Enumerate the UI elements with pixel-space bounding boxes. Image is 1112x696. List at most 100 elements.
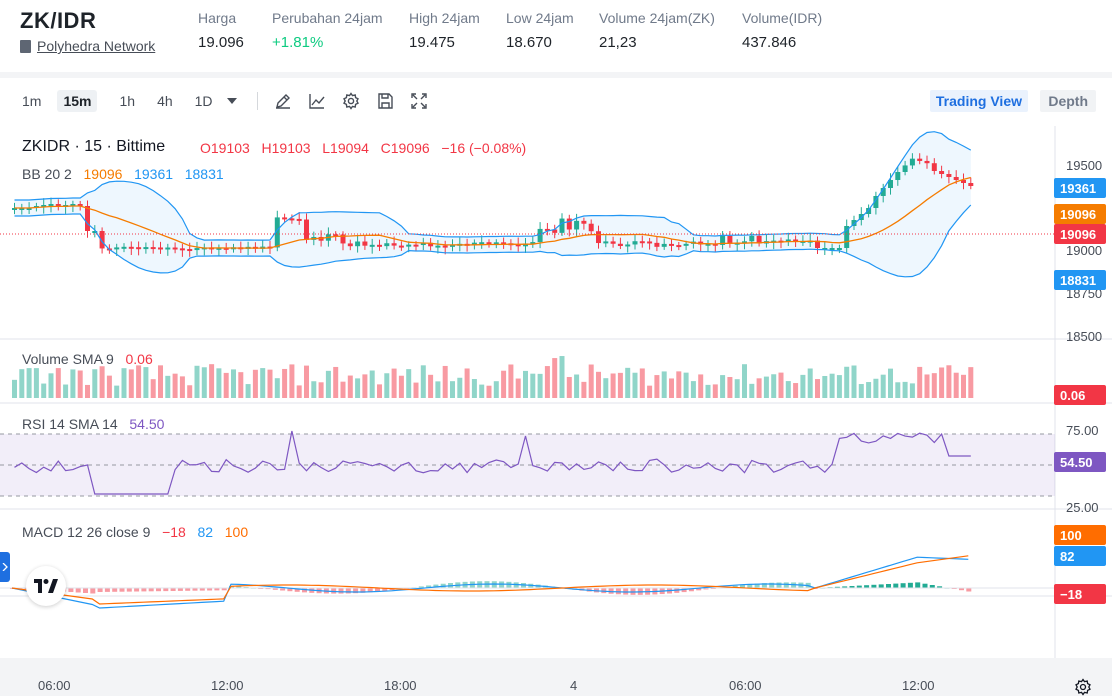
volume-bar xyxy=(763,376,769,398)
stat-label: Volume 24jam(ZK) xyxy=(599,10,715,26)
macd-hist-bar xyxy=(907,582,913,588)
bb-upper-value: 19361 xyxy=(134,166,174,182)
candle-body xyxy=(165,247,171,250)
chart-toolbar: 1m 15m 1h 4h 1D Trading View Depth xyxy=(0,78,1112,124)
tradingview-logo-icon[interactable] xyxy=(26,566,66,606)
volume-bar xyxy=(420,365,426,398)
chart-canvas[interactable] xyxy=(0,126,1112,672)
rsi-legend: RSI 14 SMA 14 54.50 xyxy=(22,416,164,432)
candle-body xyxy=(194,248,200,251)
stat-price: Harga 19.096 xyxy=(198,10,244,51)
volume-bar xyxy=(311,381,317,398)
timeframe-15m[interactable]: 15m xyxy=(57,90,98,112)
candle-body xyxy=(924,160,930,164)
candle-body xyxy=(625,244,631,247)
volume-bar xyxy=(815,379,820,398)
volume-bar xyxy=(508,364,514,398)
volume-bar xyxy=(296,385,302,398)
candle-body xyxy=(683,243,689,246)
volume-bar xyxy=(851,365,857,398)
chart-symbol-title: ZKIDR · 15 · Bittime xyxy=(22,138,166,155)
bb-mid-tag: 19096 xyxy=(1054,204,1106,224)
candle-body xyxy=(829,248,835,250)
volume-bar xyxy=(450,381,455,398)
macd-hist-bar xyxy=(915,582,921,588)
volume-bar xyxy=(924,374,930,398)
ohlc-high: 19103 xyxy=(271,140,311,156)
volume-bar xyxy=(428,374,434,398)
macd-hist-bar xyxy=(97,588,103,592)
macd-hist-bar xyxy=(338,588,344,594)
chevron-down-icon[interactable] xyxy=(223,92,241,110)
timeframe-4h[interactable]: 4h xyxy=(157,93,173,109)
volume-bar xyxy=(931,373,937,398)
volume-bar xyxy=(442,365,448,398)
chart-area[interactable]: ZKIDR · 15 · Bittime O19103 H19103 L1909… xyxy=(0,126,1112,696)
depth-tab[interactable]: Depth xyxy=(1040,90,1096,112)
macd-line-tag: 82 xyxy=(1054,546,1106,566)
volume-bar xyxy=(559,356,565,398)
volume-bar xyxy=(493,381,499,398)
volume-bar xyxy=(479,384,485,398)
candle-body xyxy=(596,231,601,244)
ohlc-close: 19096 xyxy=(390,140,430,156)
candle-body xyxy=(413,244,419,247)
volume-bar xyxy=(413,382,419,398)
timeframe-1h[interactable]: 1h xyxy=(119,93,135,109)
side-toggle-icon[interactable] xyxy=(0,552,10,582)
stat-change: Perubahan 24jam +1.81% xyxy=(272,10,383,51)
volume-bar xyxy=(165,375,171,398)
network-name[interactable]: Polyhedra Network xyxy=(37,38,155,54)
trading-view-tab[interactable]: Trading View xyxy=(929,90,1028,112)
stat-value: 437.846 xyxy=(742,34,797,51)
gear-icon[interactable] xyxy=(342,92,360,110)
time-tick: 12:00 xyxy=(211,678,244,693)
volume-bar xyxy=(362,374,368,398)
volume-bar xyxy=(515,378,521,398)
candle-body xyxy=(581,220,587,224)
volume-bar xyxy=(807,368,813,398)
macd-hist-bar xyxy=(900,583,906,588)
volume-bar xyxy=(727,377,733,398)
volume-bar xyxy=(822,375,828,398)
volume-bar xyxy=(347,375,353,398)
volume-bar xyxy=(99,366,105,398)
ohlc-h-label: H xyxy=(261,140,272,156)
candle-body xyxy=(398,245,404,248)
macd-hist-bar xyxy=(922,583,928,588)
macd-hist-bar xyxy=(608,588,614,594)
stat-volume-idr: Volume(IDR) 437.846 xyxy=(742,10,822,51)
volume-bar xyxy=(632,372,638,398)
volume-bar xyxy=(179,376,185,398)
candle-body xyxy=(639,241,645,244)
settings-icon[interactable] xyxy=(1074,678,1092,696)
volume-bar xyxy=(77,370,83,398)
candle-body xyxy=(179,248,185,251)
candle-body xyxy=(632,241,638,245)
volume-bar xyxy=(398,375,404,398)
volume-bar xyxy=(223,372,229,398)
volume-bar xyxy=(698,374,704,398)
pencil-icon[interactable] xyxy=(274,92,292,110)
volume-bar xyxy=(12,379,17,398)
volume-bar xyxy=(406,369,412,398)
fullscreen-icon[interactable] xyxy=(410,92,428,110)
timeframe-1d[interactable]: 1D xyxy=(195,93,213,109)
network-link[interactable]: Polyhedra Network xyxy=(20,38,155,54)
price-tick: 18500 xyxy=(1066,329,1103,344)
volume-bar xyxy=(55,368,61,398)
volume-bar xyxy=(355,378,361,398)
bb-lower-value: 18831 xyxy=(184,166,224,182)
macd-hist-bar xyxy=(126,588,132,592)
save-icon[interactable] xyxy=(376,92,394,110)
timeframe-1m[interactable]: 1m xyxy=(22,93,41,109)
candle-body xyxy=(384,243,390,247)
candle-body xyxy=(158,247,163,250)
volume-bar xyxy=(873,378,879,398)
volume-bar xyxy=(85,384,90,398)
candle-body xyxy=(136,247,142,250)
volume-bar xyxy=(610,373,616,398)
indicator-icon[interactable] xyxy=(308,92,326,110)
macd-hist-tag: −18 xyxy=(1054,584,1106,604)
volume-bar xyxy=(537,373,543,398)
